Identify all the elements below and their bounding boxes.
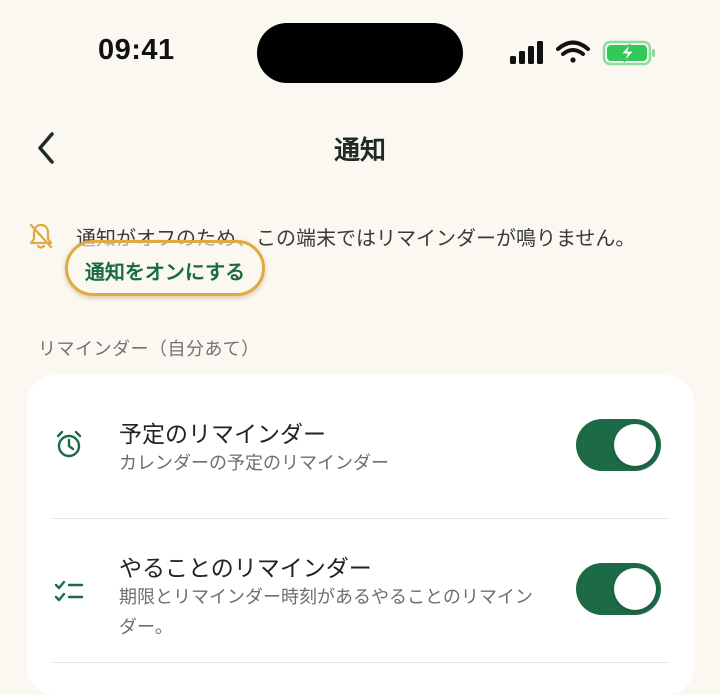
toggle-knob (614, 424, 656, 466)
cellular-signal-icon (510, 41, 543, 64)
enable-notifications-link[interactable]: 通知をオンにする (65, 240, 265, 296)
reminder-settings-card: 予定のリマインダー カレンダーの予定のリマインダー やることのリマインダー 期限… (27, 375, 694, 695)
event-reminder-toggle[interactable] (576, 419, 661, 471)
battery-charging-icon (602, 40, 655, 66)
enable-notifications-label: 通知をオンにする (84, 259, 246, 284)
list-item-event-reminder: 予定のリマインダー カレンダーの予定のリマインダー (27, 375, 694, 518)
event-reminder-subtitle: カレンダーの予定のリマインダー (119, 453, 389, 474)
todo-reminder-subtitle: 期限とリマインダー時刻があるやることのリマインダー。 (119, 587, 533, 638)
checklist-icon (54, 580, 84, 602)
divider (52, 662, 669, 663)
status-bar: 09:41 (0, 0, 720, 110)
todo-reminder-title: やることのリマインダー (119, 556, 372, 582)
todo-reminder-toggle[interactable] (576, 563, 661, 615)
section-label: リマインダー（自分あて） (38, 339, 260, 360)
dynamic-island (257, 23, 463, 83)
event-reminder-title: 予定のリマインダー (119, 422, 326, 448)
status-time: 09:41 (98, 34, 175, 66)
bell-off-icon (29, 223, 53, 249)
page-title: 通知 (333, 136, 386, 166)
toggle-knob (614, 568, 656, 610)
status-icons (510, 40, 655, 66)
alarm-clock-icon (56, 430, 82, 458)
wifi-icon (556, 40, 590, 63)
list-item-todo-reminder: やることのリマインダー 期限とリマインダー時刻があるやることのリマインダー。 (27, 519, 694, 662)
